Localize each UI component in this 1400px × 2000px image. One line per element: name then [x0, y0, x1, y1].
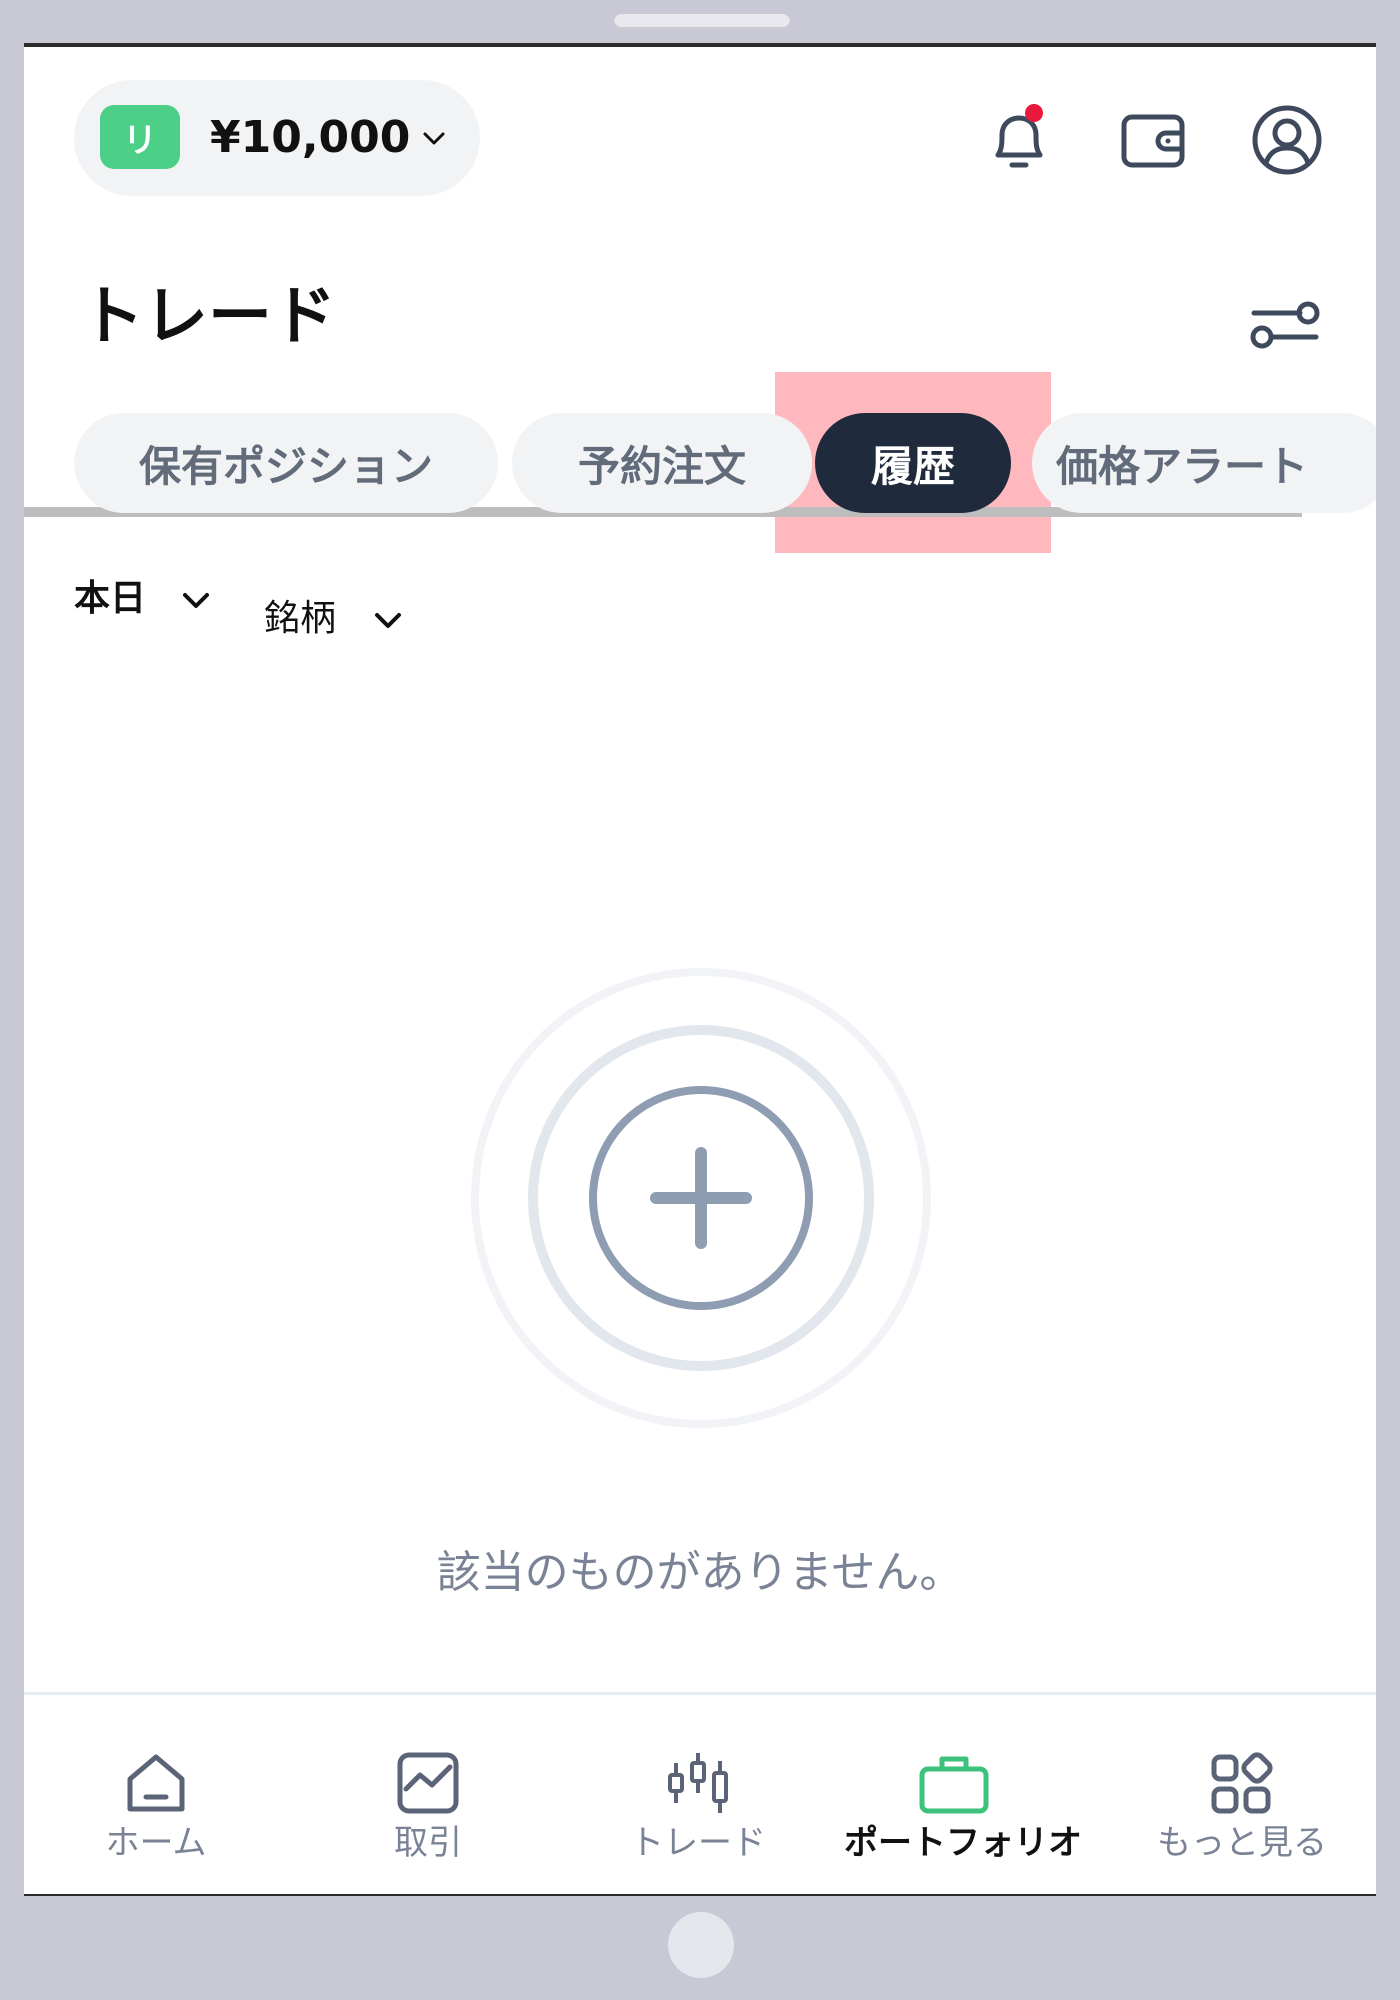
nav-home-label: ホーム — [105, 1823, 207, 1863]
page-title: トレード — [80, 280, 336, 354]
bell-icon[interactable] — [982, 103, 1056, 177]
account-selector[interactable]: リ ¥10,000 — [74, 80, 480, 196]
notification-dot — [1025, 104, 1043, 122]
wallet-icon[interactable] — [1118, 103, 1192, 177]
account-type-badge: リ — [100, 105, 180, 169]
nav-portfolio[interactable]: ポートフォリオ — [844, 1747, 1082, 1865]
nav-trade[interactable]: トレード — [598, 1747, 798, 1865]
profile-icon[interactable] — [1250, 103, 1324, 177]
chevron-down-icon — [375, 613, 402, 628]
grid-icon — [1211, 1752, 1273, 1814]
nav-home[interactable]: ホーム — [56, 1747, 256, 1865]
nav-more-label: もっと見る — [1157, 1823, 1327, 1863]
device-home-button[interactable] — [668, 1912, 734, 1978]
period-filter-label: 本日 — [74, 578, 147, 619]
period-filter[interactable]: 本日 — [74, 577, 213, 621]
nav-portfolio-label: ポートフォリオ — [844, 1823, 1082, 1863]
tab-positions[interactable]: 保有ポジション — [74, 413, 498, 513]
symbol-filter[interactable]: 銘柄 — [264, 597, 405, 641]
candlestick-icon — [668, 1753, 728, 1813]
tab-price-alerts[interactable]: 価格アラート — [1032, 413, 1376, 513]
chevron-down-icon — [182, 593, 209, 608]
plus-circle-icon — [471, 968, 931, 1428]
symbol-filter-label: 銘柄 — [264, 598, 337, 639]
nav-markets[interactable]: 取引 — [328, 1747, 528, 1865]
nav-markets-label: 取引 — [394, 1823, 462, 1863]
chart-icon — [397, 1752, 459, 1814]
briefcase-icon — [919, 1756, 989, 1814]
empty-state-message: 該当のものがありません。 — [436, 1547, 964, 1598]
nav-trade-label: トレード — [630, 1823, 766, 1863]
tab-history[interactable]: 履歴 — [815, 413, 1011, 513]
account-balance: ¥10,000 — [210, 112, 411, 163]
app-screen: リ ¥10,000 トレード 保有ポジション 予約注文 履歴 価格アラート 本日 — [24, 43, 1376, 1896]
tab-reserved-orders[interactable]: 予約注文 — [512, 413, 812, 513]
home-icon — [127, 1754, 185, 1812]
device-speaker — [614, 14, 790, 30]
chevron-down-icon — [423, 132, 445, 145]
settings-sliders-icon[interactable] — [1248, 295, 1322, 355]
nav-divider — [24, 1692, 1376, 1695]
nav-more[interactable]: もっと見る — [1142, 1747, 1342, 1865]
